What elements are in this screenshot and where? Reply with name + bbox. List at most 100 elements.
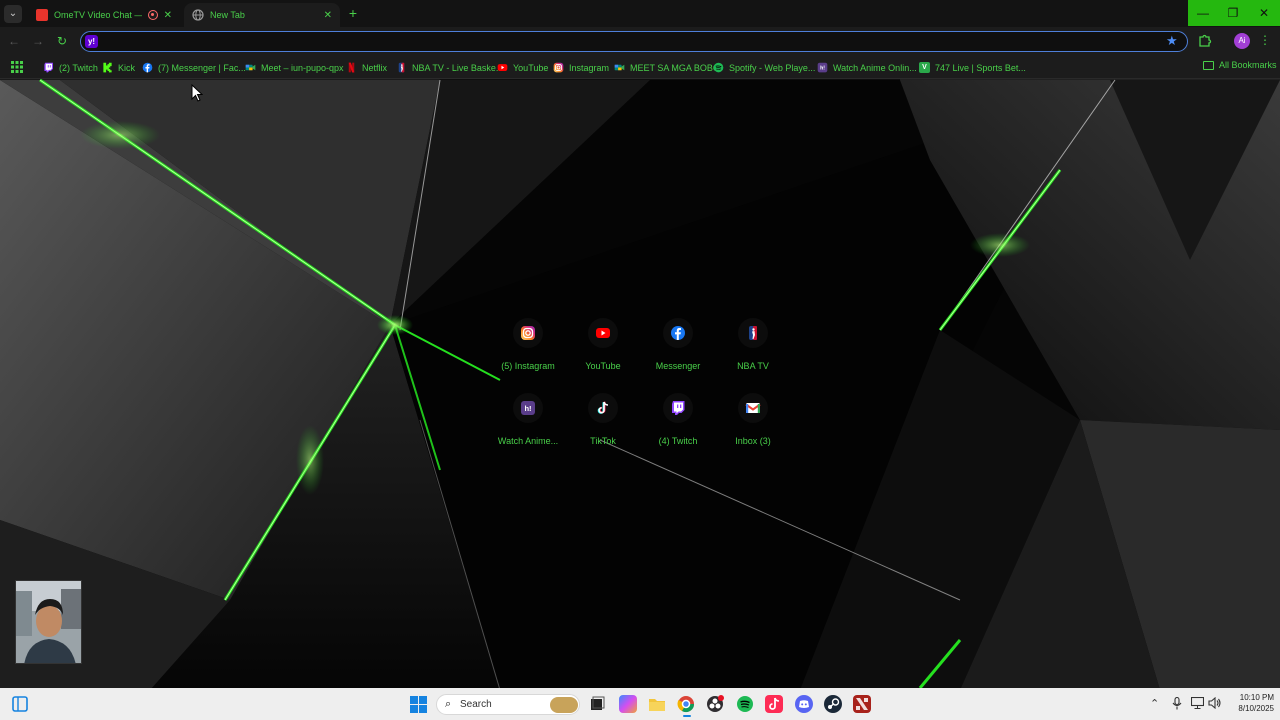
running-indicator [683,715,691,717]
747-live-icon: V [919,62,930,73]
system-clock[interactable]: 10:10 PM 8/10/2025 [1226,692,1274,714]
bookmark-label: Kick [118,62,136,73]
mouse-cursor-icon [191,84,203,102]
shortcut-tile[interactable]: YouTube [565,318,641,378]
apps-grid-icon[interactable] [11,61,23,73]
bookmark-label: (7) Messenger | Fac... [158,62,246,73]
svg-text:h!: h! [524,404,531,413]
windows-start-icon[interactable] [410,696,427,713]
tab-title: OmeTV Video Chat — Ome [54,10,142,20]
bookmark-facebook[interactable]: (7) Messenger | Fac... [142,60,246,75]
close-icon[interactable]: ✕ [164,10,172,21]
youtube-icon [588,318,618,348]
spotify-icon[interactable] [736,695,754,713]
search-placeholder: Search [460,699,492,710]
volume-icon[interactable] [1208,696,1221,712]
shortcut-label: Watch Anime... [497,436,559,446]
shortcut-tile[interactable]: h! Watch Anime... [490,393,566,453]
taskbar-search-box[interactable]: ⌕ Search [436,694,580,715]
back-arrow-icon[interactable]: ← [6,33,22,49]
profile-avatar[interactable]: Ai [1234,33,1250,49]
obs-studio-icon[interactable] [706,695,724,713]
clock-time: 10:10 PM [1239,693,1274,702]
network-monitor-icon[interactable] [1190,696,1205,712]
bookmark-747-live[interactable]: V 747 Live | Sports Bet... [919,60,1026,75]
svg-text:h!: h! [820,66,825,72]
kick-icon [102,62,113,73]
bookmark-netflix[interactable]: Netflix [346,60,387,75]
bookmark-twitch[interactable]: (2) Twitch [43,60,98,75]
shortcut-label: NBA TV [737,361,769,371]
steam-icon[interactable] [824,695,842,713]
twitch-icon [663,393,693,423]
bookmark-label: Meet – iun-pupo-qpx [261,62,344,73]
search-highlight-icon [550,697,578,713]
minimize-button[interactable]: — [1188,0,1218,26]
bookmark-label: Watch Anime Onlin... [833,62,917,73]
bookmark-google-meet[interactable]: Meet – iun-pupo-qpx [245,60,344,75]
shortcut-tile[interactable]: NBA TV [715,318,791,378]
bookmark-label: NBA TV - Live Baske... [412,62,504,73]
bookmark-instagram[interactable]: Instagram [553,60,609,75]
shortcut-tile[interactable]: (4) Twitch [640,393,716,453]
shortcut-label: Messenger [655,361,701,371]
shortcut-label: TikTok [590,436,616,446]
shortcut-tile[interactable]: Inbox (3) [715,393,791,453]
bookmark-label: (2) Twitch [59,62,98,73]
shortcut-label: (4) Twitch [658,436,698,446]
shortcut-label: (5) Instagram [501,361,555,371]
task-view-icon[interactable] [588,695,606,713]
url-input[interactable] [103,34,1163,49]
spotify-icon [713,62,724,73]
shortcut-tile[interactable]: (5) Instagram [490,318,566,378]
webcam-preview [15,580,82,664]
address-bar[interactable]: y! ★ [80,31,1188,52]
bookmark-star-icon[interactable]: ★ [1166,33,1178,49]
hianime-icon: h! [513,393,543,423]
bookmark-spotify[interactable]: Spotify - Web Playe... [713,60,815,75]
reload-icon[interactable]: ↻ [54,33,70,49]
nba-icon [396,62,407,73]
tiktok-icon[interactable] [765,695,783,713]
shortcut-tile[interactable]: Messenger [640,318,716,378]
facebook-icon [142,62,153,73]
bookmark-hianime[interactable]: h! Watch Anime Onlin... [817,60,917,75]
file-explorer-icon[interactable] [648,695,666,713]
browser-toolbar: ← → ↻ y! ★ Ai ⋮ [0,27,1280,56]
tab-title: New Tab [210,10,245,20]
close-window-button[interactable]: ✕ [1248,0,1280,26]
gmail-icon [738,393,768,423]
chevron-up-icon[interactable]: ⌃ [1150,697,1159,710]
all-bookmarks-label: All Bookmarks [1219,60,1277,70]
bookmark-google-meet[interactable]: MEET SA MGA BOBO [614,60,720,75]
all-bookmarks-button[interactable]: All Bookmarks [1203,60,1277,70]
folder-icon [1203,60,1214,70]
microphone-icon[interactable] [1172,696,1182,713]
shortcut-tile[interactable]: TikTok [565,393,641,453]
widgets-icon[interactable] [12,696,28,712]
copilot-icon[interactable] [619,695,637,713]
bookmark-kick[interactable]: Kick [102,60,135,75]
kebab-menu-icon[interactable]: ⋮ [1259,33,1271,47]
dota2-icon[interactable] [853,695,871,713]
chrome-icon[interactable] [677,695,695,713]
bookmark-label: MEET SA MGA BOBO [630,62,720,73]
discord-icon[interactable] [795,695,813,713]
shortcut-label: YouTube [585,361,621,371]
tab-ometv[interactable]: OmeTV Video Chat — Ome ✕ [28,3,180,27]
bookmark-youtube[interactable]: YouTube [497,60,548,75]
windows-taskbar: ⌕ Search ⌃ 10:10 PM 8/10/2025 [0,688,1280,720]
bookmark-nba[interactable]: NBA TV - Live Baske... [396,60,503,75]
forward-arrow-icon[interactable]: → [30,33,46,49]
close-icon[interactable]: ✕ [324,10,332,21]
bookmark-label: YouTube [513,62,549,73]
tiktok-icon [588,393,618,423]
instagram-icon [553,62,564,73]
netflix-icon [346,62,357,73]
restore-button[interactable]: ❐ [1218,0,1248,26]
tab-search-chevron-icon[interactable]: ⌄ [4,5,22,23]
tab-new-tab[interactable]: New Tab ✕ [184,3,340,27]
extensions-puzzle-icon[interactable] [1198,33,1212,47]
new-tab-button[interactable]: + [345,5,361,21]
bookmark-label: Spotify - Web Playe... [729,62,816,73]
